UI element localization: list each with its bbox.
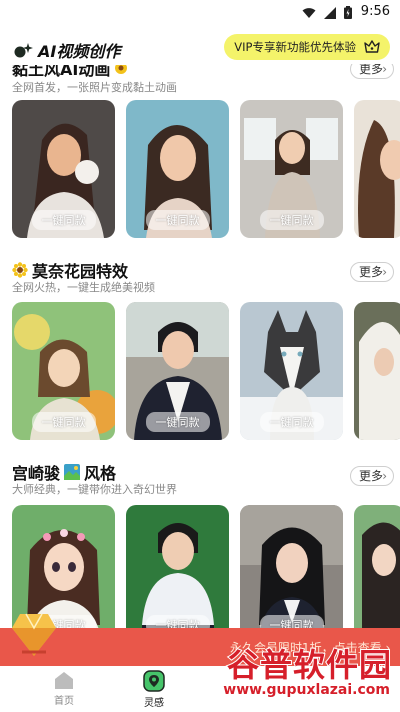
diamond-icon [12,613,56,656]
template-card[interactable]: 一键同款 [126,100,229,238]
template-card[interactable]: 一键同款 [126,302,229,440]
wifi-icon [302,7,316,18]
watermark: 谷普软件园 www.gupuxlazai.com [220,640,396,708]
section-subtitle: 全网首发，一张照片变成黏土动画 [12,81,177,94]
template-card[interactable]: 一键同款 [240,302,343,440]
battery-icon [344,6,352,19]
template-card[interactable] [354,302,400,440]
watermark-url: www.gupuxlazai.com [222,681,391,699]
landscape-icon [64,464,81,480]
section-subtitle: 大师经典，一键带你进入奇幻世界 [12,483,177,496]
section-subtitle: 全网火热，一键生成绝美视频 [12,281,155,294]
watermark-title: 谷普软件园 [226,645,392,685]
tab-home[interactable]: 首页 [34,670,94,707]
page-title: AI视频创作 [38,42,121,61]
chevron-right-icon: › [382,62,387,76]
template-card[interactable]: 一键同款 [240,505,343,643]
vip-banner-button[interactable]: VIP专享新功能优先体验 [224,34,390,60]
app-title: AI视频创作 [12,38,120,62]
template-card[interactable] [354,505,400,643]
sunflower-icon [12,262,28,278]
more-button[interactable]: 更多 › [350,466,394,486]
sparkle-icon [14,43,33,58]
signal-icon [324,6,336,19]
clock: 9:56 [360,4,390,19]
more-button[interactable]: 更多 › [350,62,394,79]
template-card[interactable]: 一键同款 [240,100,343,238]
template-card[interactable]: 一键同款 [126,505,229,643]
more-button[interactable]: 更多 › [350,262,394,282]
template-card[interactable]: 一键同款 [12,100,115,238]
section-monet-garden: 莫奈花园特效 全网火热，一键生成绝美视频 更多 › 一键同款 一键同款 一键同款 [0,258,400,448]
inspiration-icon [143,670,165,692]
template-card[interactable] [354,100,400,238]
sunflower-icon [115,65,128,74]
home-icon [55,672,73,689]
status-bar: 9:56 [0,0,400,26]
section-clay-animation: 黏土风AI动画 全网首发，一张照片变成黏土动画 更多 › 一键同款 一键同款 一键… [0,60,400,240]
section-miyazaki-style: 宫崎骏 风格 大师经典，一键带你进入奇幻世界 更多 › 一键同款 一键同款 一键同… [0,460,400,643]
section-title: 黏土风AI动画 [12,65,128,80]
template-card[interactable]: 一键同款 [12,302,115,440]
tab-inspiration[interactable]: 灵感 [124,670,184,709]
status-icons [302,6,352,19]
chevron-right-icon: › [382,469,387,483]
chevron-right-icon: › [382,265,387,279]
crown-icon [364,40,380,53]
vip-label: VIP专享新功能优先体验 [234,40,356,54]
